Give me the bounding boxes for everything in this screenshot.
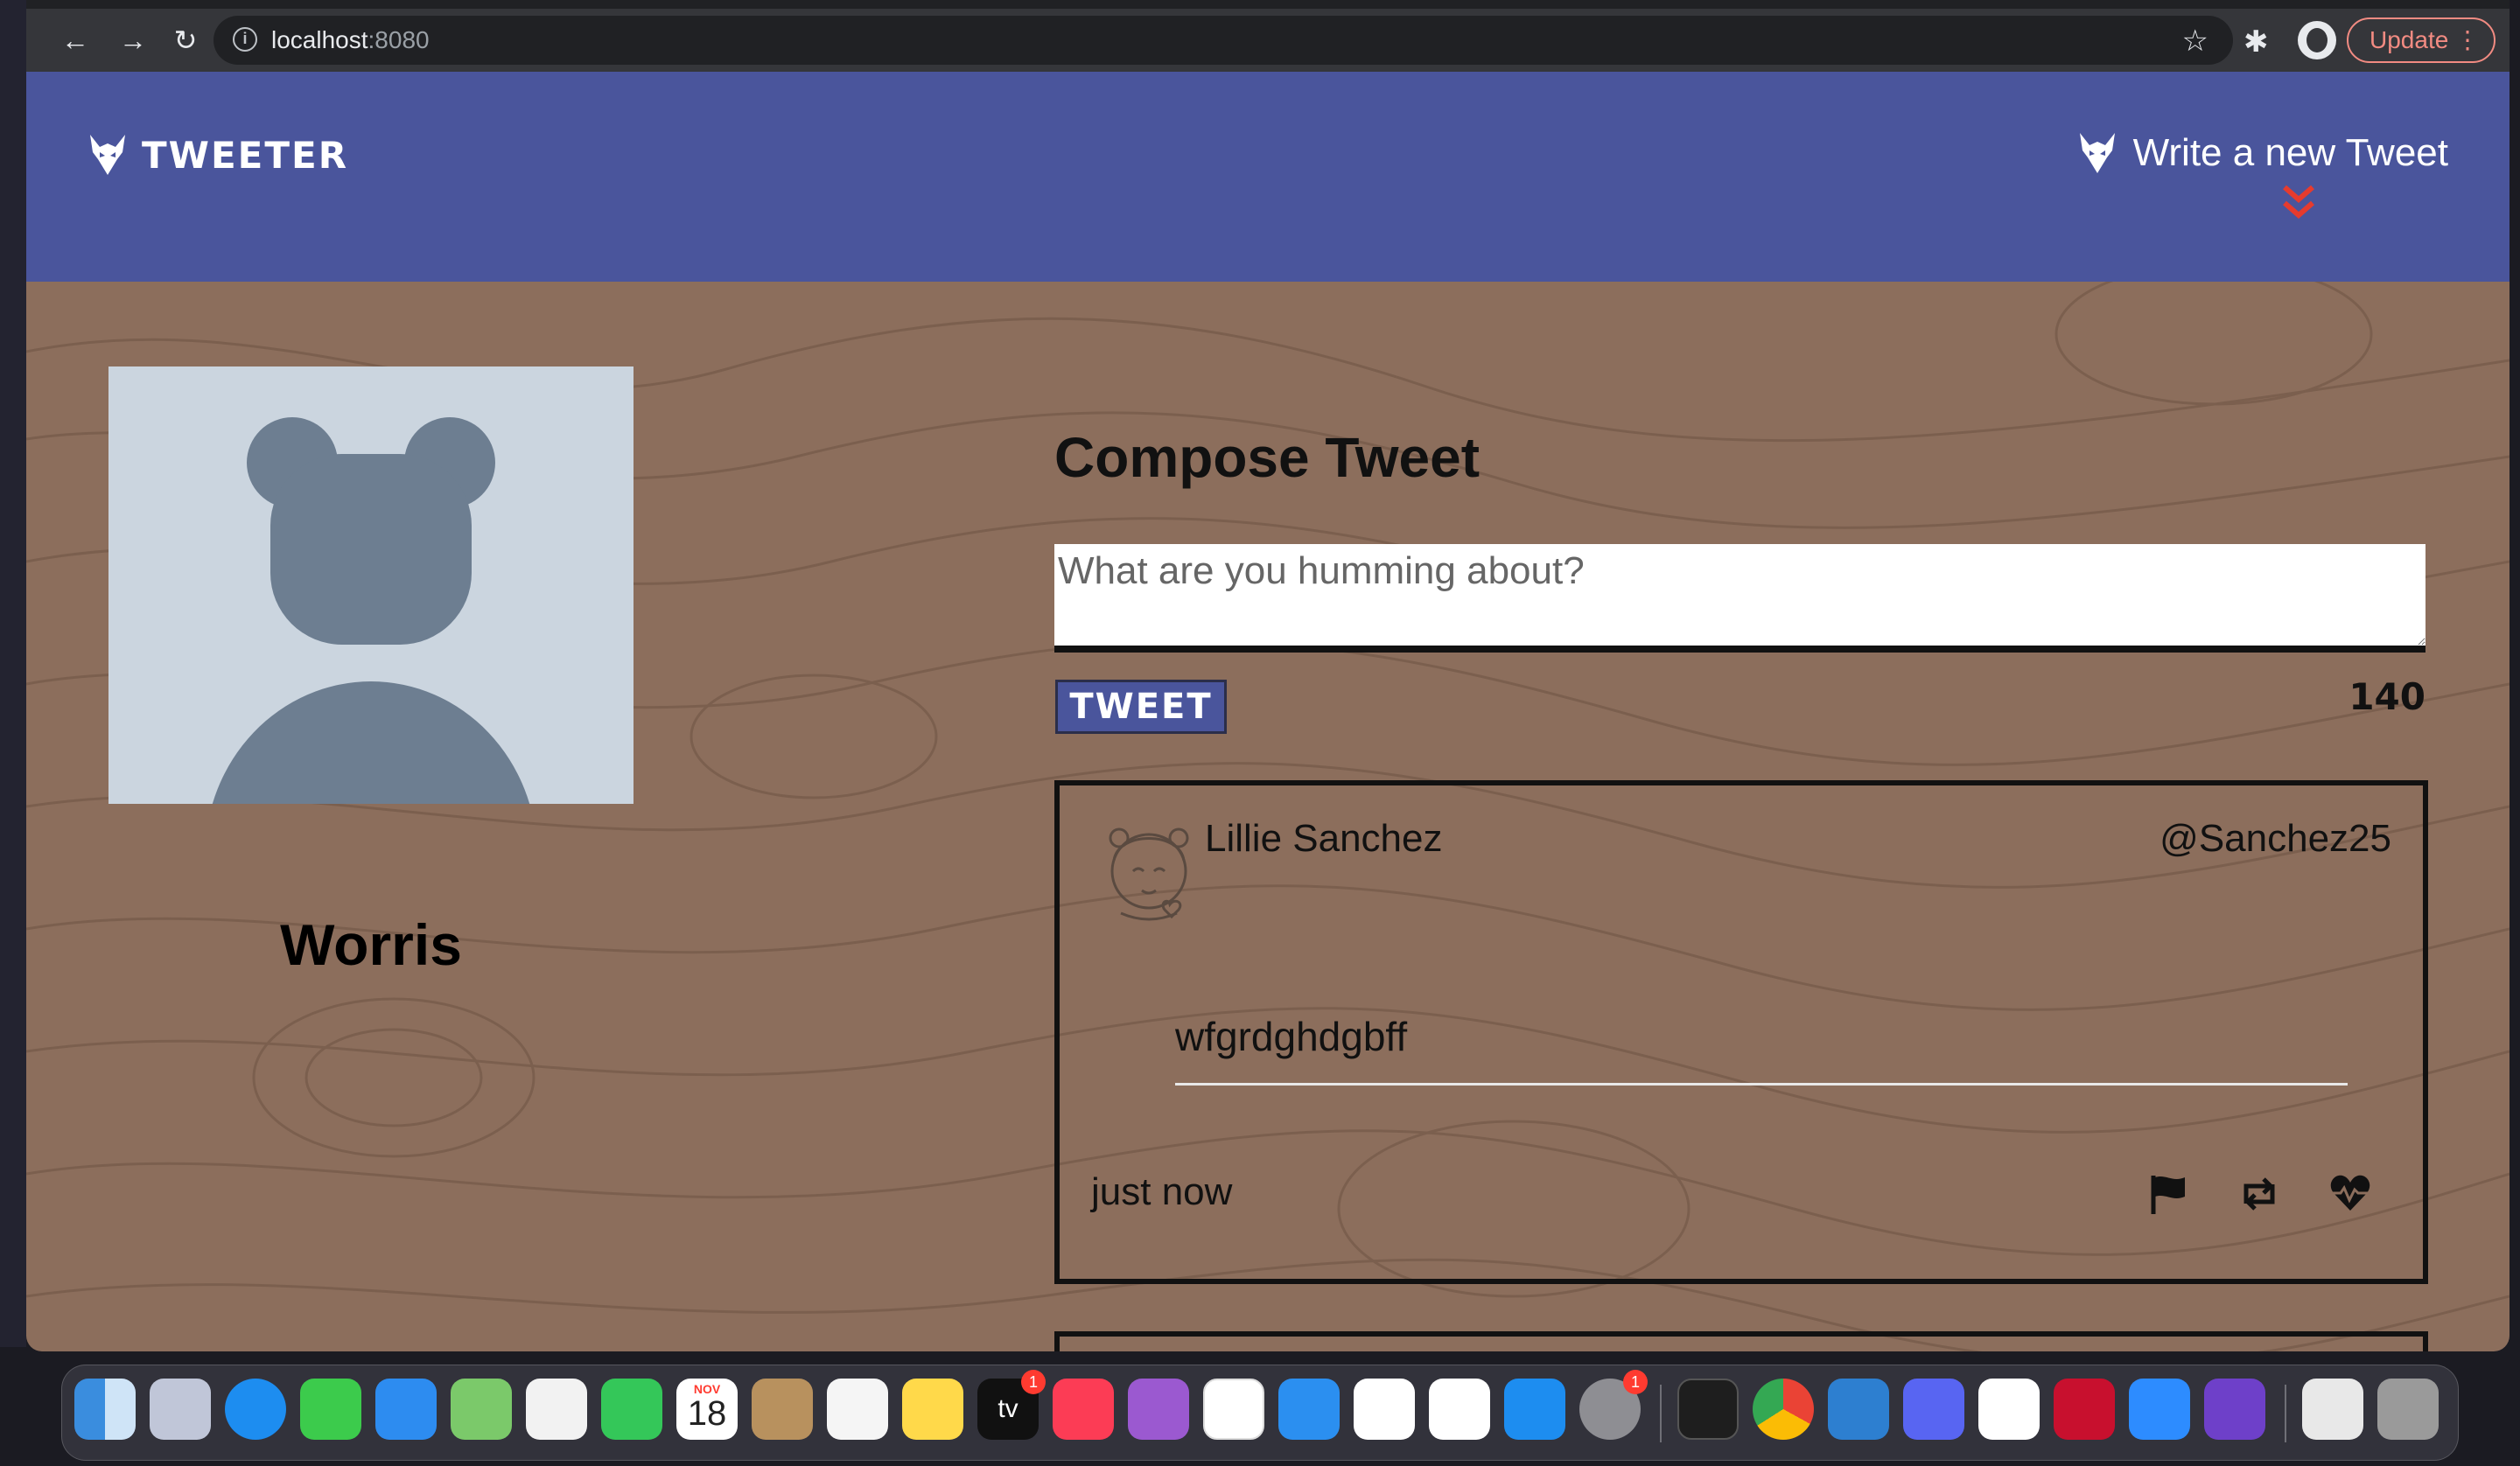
bear-avatar-icon	[212, 417, 530, 804]
url-text: localhost:8080	[271, 26, 430, 53]
calendar-day: 18	[687, 1394, 727, 1433]
podcasts-icon[interactable]	[1128, 1379, 1189, 1440]
calendar-icon[interactable]: NOV 18	[676, 1379, 738, 1440]
github-desktop-icon[interactable]	[2204, 1379, 2265, 1440]
character-counter: 140	[2348, 675, 2426, 718]
photos-icon[interactable]	[526, 1379, 587, 1440]
update-button[interactable]: Update ⋮	[2347, 17, 2496, 63]
browser-toolbar: ← → ↻ i localhost:8080 ☆ ✱ Update ⋮	[26, 0, 2510, 72]
fox-icon	[2079, 133, 2115, 173]
flag-icon[interactable]	[2146, 1172, 2190, 1216]
extensions-puzzle-icon[interactable]: ✱	[2244, 24, 2269, 59]
zoom-icon[interactable]	[2129, 1379, 2190, 1440]
heart-pulse-icon[interactable]	[2328, 1172, 2372, 1216]
numbers-icon[interactable]	[1354, 1379, 1415, 1440]
fox-logo-icon	[90, 135, 125, 175]
acrobat-icon[interactable]	[2054, 1379, 2115, 1440]
discord-icon[interactable]	[1903, 1379, 1964, 1440]
compose-title: Compose Tweet	[1054, 426, 1480, 489]
maps-icon[interactable]	[451, 1379, 512, 1440]
finder-icon[interactable]	[74, 1379, 136, 1440]
tweet-card: Lillie Sanchez @Sanchez25 wfgrdghdgbff j…	[1054, 780, 2428, 1284]
profile-avatar-icon[interactable]	[2298, 21, 2336, 59]
chrome-icon[interactable]	[1753, 1379, 1814, 1440]
address-bar[interactable]: i localhost:8080 ☆	[214, 16, 2233, 65]
user-avatar-icon	[1109, 827, 1189, 921]
news-icon[interactable]	[1203, 1379, 1264, 1440]
tweet-actions	[2146, 1172, 2372, 1216]
facetime-icon[interactable]	[601, 1379, 662, 1440]
apple-tv-label: tv	[998, 1394, 1018, 1423]
profile-avatar-image	[108, 366, 634, 804]
site-logo[interactable]: TWEETER	[88, 133, 348, 177]
music-icon[interactable]	[1053, 1379, 1114, 1440]
apple-tv-icon[interactable]: tv 1	[977, 1370, 1046, 1440]
system-preferences-icon[interactable]: 1	[1579, 1370, 1648, 1440]
menu-dots-icon[interactable]: ⋮	[2455, 19, 2480, 61]
tweet-timestamp: just now	[1091, 1170, 1233, 1213]
site-info-icon[interactable]: i	[233, 27, 257, 52]
macos-dock: NOV 18 tv 1 1	[61, 1365, 2459, 1461]
notification-badge: 1	[1021, 1370, 1046, 1394]
chevron-double-down-icon[interactable]	[2282, 184, 2315, 220]
tweet-textarea[interactable]	[1054, 544, 2426, 653]
mail-icon[interactable]	[375, 1379, 437, 1440]
app-store-icon[interactable]	[1504, 1379, 1565, 1440]
bookmark-star-icon[interactable]: ☆	[2182, 24, 2208, 59]
tweet-submit-button[interactable]: TWEET	[1055, 680, 1227, 734]
back-icon[interactable]: ←	[56, 21, 94, 59]
terminal-icon[interactable]	[1677, 1379, 1739, 1440]
notes-icon[interactable]	[902, 1379, 963, 1440]
reminders-icon[interactable]	[827, 1379, 888, 1440]
write-new-tweet-label: Write a new Tweet	[2132, 131, 2448, 174]
contacts-icon[interactable]	[752, 1379, 813, 1440]
messages-icon[interactable]	[300, 1379, 361, 1440]
slack-icon[interactable]	[1978, 1379, 2040, 1440]
archive-icon[interactable]	[2302, 1379, 2363, 1440]
browser-window: ← → ↻ i localhost:8080 ☆ ✱ Update ⋮ TWEE…	[26, 0, 2510, 1351]
keynote-icon[interactable]	[1278, 1379, 1340, 1440]
tweet-author-handle: @Sanchez25	[2160, 817, 2391, 860]
tweet-author-name: Lillie Sanchez	[1205, 817, 1443, 860]
write-new-tweet-link[interactable]: Write a new Tweet	[2077, 131, 2448, 175]
forward-icon[interactable]: →	[114, 21, 152, 59]
profile-name: Worris	[280, 912, 462, 977]
trash-icon[interactable]	[2377, 1379, 2439, 1440]
pages-icon[interactable]	[1429, 1379, 1490, 1440]
logo-text: TWEETER	[142, 133, 349, 177]
reload-icon[interactable]: ↻	[166, 21, 205, 59]
retweet-icon[interactable]	[2237, 1172, 2281, 1216]
dock-separator	[2285, 1385, 2286, 1442]
dock-separator	[1660, 1385, 1662, 1442]
safari-icon[interactable]	[225, 1379, 286, 1440]
notification-badge: 1	[1623, 1370, 1648, 1394]
launchpad-icon[interactable]	[150, 1379, 211, 1440]
desktop-left-edge	[0, 0, 26, 1347]
site-header: TWEETER Write a new Tweet	[26, 72, 2510, 282]
tweet-card-next	[1054, 1331, 2428, 1351]
page-content: TWEETER Write a new Tweet Worris Compose…	[26, 72, 2510, 1351]
tweet-body: wfgrdghdgbff	[1175, 1013, 2348, 1086]
vscode-icon[interactable]	[1828, 1379, 1889, 1440]
